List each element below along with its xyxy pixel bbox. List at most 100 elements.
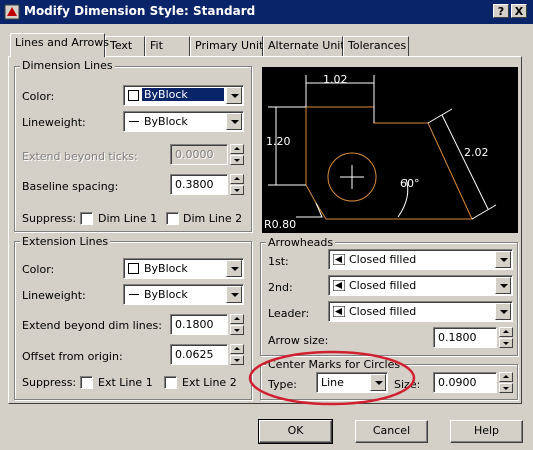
arrowheads-title: Arrowheads (266, 236, 336, 249)
ok-button[interactable]: OK (258, 419, 333, 444)
dim-lineweight-dropdown[interactable]: ByBlock (123, 111, 244, 132)
tab-primary-units[interactable]: Primary Units (190, 36, 269, 56)
arrow-leader-dropdown[interactable]: Closed filled (328, 301, 513, 322)
dim-extend-field: 0.0000 (170, 144, 228, 165)
ext-line2-label: Ext Line 2 (182, 376, 237, 389)
tab-text[interactable]: Text (105, 36, 145, 56)
ext-extend-label: Extend beyond dim lines: (22, 319, 162, 332)
chevron-down-icon[interactable] (495, 277, 511, 294)
ext-color-dropdown[interactable]: ByBlock (123, 258, 244, 279)
arrow-first-dropdown[interactable]: Closed filled (328, 249, 513, 270)
spin-down-icon[interactable] (230, 185, 244, 195)
tab-label: Tolerances (348, 39, 407, 52)
arrow-size-stepper[interactable] (499, 327, 513, 348)
spin-up-icon[interactable] (230, 174, 244, 184)
dim-baseline-label: Baseline spacing: (22, 180, 119, 193)
spin-down-icon[interactable] (499, 383, 513, 393)
ext-lineweight-dropdown[interactable]: ByBlock (123, 284, 244, 305)
spin-up-icon[interactable] (499, 372, 513, 382)
arrow-size-field[interactable]: 0.1800 (433, 327, 497, 348)
tab-label: Text (110, 39, 133, 52)
tab-label: Fit (150, 39, 163, 52)
ext-color-label: Color: (22, 263, 55, 276)
preview-dim-top: 1.02 (323, 73, 348, 86)
tab-label: Lines and Arrows (15, 36, 109, 49)
line-sample-icon (129, 294, 139, 295)
dimension-lines-title: Dimension Lines (20, 59, 115, 72)
ext-lineweight-value: ByBlock (144, 288, 188, 301)
dim-extend-stepper (230, 144, 244, 165)
dim-lineweight-label: Lineweight: (22, 116, 86, 129)
dim-extend-value: 0.0000 (175, 148, 214, 161)
center-size-stepper[interactable] (499, 372, 513, 393)
ext-extend-value: 0.1800 (175, 318, 214, 331)
arrow-leader-value: Closed filled (349, 305, 417, 318)
ext-extend-stepper[interactable] (230, 314, 244, 335)
spin-down-icon[interactable] (230, 355, 244, 365)
arrow-second-value: Closed filled (349, 279, 417, 292)
dim-color-value: ByBlock (142, 88, 224, 101)
chevron-down-icon[interactable] (226, 260, 242, 277)
ext-offset-stepper[interactable] (230, 344, 244, 365)
dim-baseline-field[interactable]: 0.3800 (170, 174, 228, 195)
spin-up-icon[interactable] (230, 314, 244, 324)
dim-baseline-value: 0.3800 (175, 178, 214, 191)
dim-lineweight-value: ByBlock (144, 115, 188, 128)
dim-color-label: Color: (22, 90, 55, 103)
tab-label: Primary Units (195, 39, 270, 52)
cancel-button[interactable]: Cancel (355, 420, 428, 443)
help-button[interactable]: Help (450, 420, 523, 443)
closed-filled-arrow-icon (333, 254, 345, 265)
ext-line1-checkbox[interactable] (80, 376, 93, 389)
arrow-second-label: 2nd: (268, 281, 293, 294)
tab-fit[interactable]: Fit (145, 36, 190, 56)
spin-up-icon[interactable] (499, 327, 513, 337)
preview-dim-angle: 60° (400, 177, 420, 190)
ext-lineweight-label: Lineweight: (22, 289, 86, 302)
dim-baseline-stepper[interactable] (230, 174, 244, 195)
ext-suppress-label: Suppress: (22, 376, 77, 389)
preview-dim-radius: R0.80 (264, 218, 297, 231)
chevron-down-icon[interactable] (495, 251, 511, 268)
ext-extend-field[interactable]: 0.1800 (170, 314, 228, 335)
app-icon (4, 4, 20, 20)
chevron-down-icon[interactable] (226, 87, 242, 104)
tab-lines-and-arrows[interactable]: Lines and Arrows (10, 33, 109, 57)
color-swatch (128, 90, 139, 101)
dim-line1-checkbox[interactable] (80, 212, 93, 225)
spin-down-icon[interactable] (230, 325, 244, 335)
arrow-leader-label: Leader: (268, 307, 310, 320)
spin-up-icon[interactable] (230, 344, 244, 354)
arrow-size-label: Arrow size: (268, 334, 329, 347)
window-title: Modify Dimension Style: Standard (24, 4, 256, 18)
center-size-field[interactable]: 0.0900 (433, 372, 497, 393)
spin-down-icon (230, 155, 244, 165)
tab-alternate-units[interactable]: Alternate Units (263, 36, 350, 56)
dim-color-dropdown[interactable]: ByBlock (123, 85, 244, 106)
tab-tolerances[interactable]: Tolerances (343, 36, 409, 56)
chevron-down-icon[interactable] (226, 113, 242, 130)
ext-offset-value: 0.0625 (175, 348, 214, 361)
chevron-down-icon[interactable] (226, 286, 242, 303)
ext-offset-field[interactable]: 0.0625 (170, 344, 228, 365)
spin-up-icon (230, 144, 244, 154)
center-size-value: 0.0900 (438, 376, 477, 389)
tab-label: Alternate Units (268, 39, 351, 52)
chevron-down-icon[interactable] (495, 303, 511, 320)
arrow-size-value: 0.1800 (438, 331, 477, 344)
line-sample-icon (129, 121, 139, 122)
ext-line2-checkbox[interactable] (164, 376, 177, 389)
arrow-second-dropdown[interactable]: Closed filled (328, 275, 513, 296)
ext-offset-label: Offset from origin: (22, 350, 123, 363)
preview-dim-left: 1.20 (266, 135, 291, 148)
close-title-button[interactable]: X (511, 4, 527, 18)
closed-filled-arrow-icon (333, 306, 345, 317)
spin-down-icon[interactable] (499, 338, 513, 348)
preview-dim-right: 2.02 (464, 146, 489, 159)
dim-extend-label: Extend beyond ticks: (22, 150, 138, 163)
extension-lines-title: Extension Lines (20, 235, 111, 248)
help-title-button[interactable]: ? (493, 4, 509, 18)
dim-line2-checkbox[interactable] (166, 212, 179, 225)
color-swatch (128, 263, 139, 274)
arrow-first-label: 1st: (268, 255, 289, 268)
